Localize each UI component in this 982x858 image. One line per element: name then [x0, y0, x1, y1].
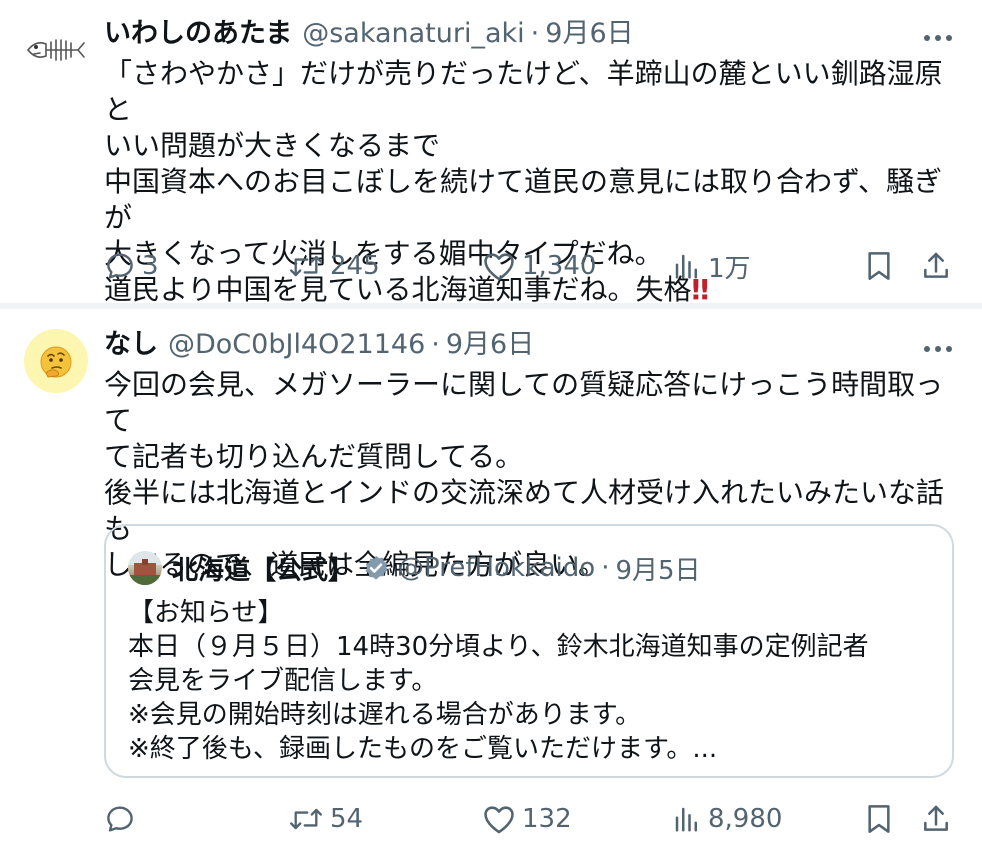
text-line: いい問題が大きくなるまで: [104, 129, 441, 162]
separator-dot: ·: [601, 553, 610, 583]
text-line: 本日（９月５日）14時30分頃より、鈴木北海道知事の定例記者: [128, 632, 869, 662]
author-handle[interactable]: @sakanaturi_aki: [302, 16, 524, 52]
like-count: 132: [522, 804, 572, 834]
quoted-author-name: 北海道【公式】: [172, 555, 355, 586]
separator-dot: ·: [431, 329, 440, 360]
building-photo-icon: [128, 551, 162, 585]
avatar[interactable]: [24, 329, 88, 393]
repost-count: 245: [330, 251, 380, 281]
tweet-header: なし @DoC0bJl4O21146 · 9月6日: [104, 327, 902, 363]
verified-badge-icon: [362, 554, 390, 582]
share-button[interactable]: [920, 799, 952, 839]
reply-count: 3: [142, 251, 159, 281]
quoted-author-handle: @PrefHokkaido: [398, 553, 596, 583]
more-icon: [924, 346, 952, 352]
heart-icon: [484, 806, 514, 834]
text-line: 今回の会見、メガソーラーに関しての質疑応答にけっこう時間取って: [104, 368, 944, 437]
share-button[interactable]: [920, 246, 952, 286]
quoted-timestamp: 9月5日: [615, 555, 701, 586]
like-button[interactable]: 1,340: [482, 246, 596, 286]
text-line: 中国資本へのお目こぼしを続けて道民の意見には取り合わず、騒ぎが: [104, 165, 943, 234]
bookmark-button[interactable]: [864, 246, 894, 286]
bookmark-icon: [868, 805, 890, 833]
repost-button[interactable]: 54: [288, 799, 363, 839]
like-button[interactable]: 132: [482, 799, 572, 839]
share-icon: [924, 805, 948, 831]
tweet[interactable]: いわしのあたま @sakanaturi_aki · 9月6日 「さわやかさ」だけ…: [0, 0, 982, 306]
views-chart-icon: [675, 254, 697, 279]
text-line: 【お知らせ】: [128, 598, 284, 628]
timestamp[interactable]: 9月6日: [545, 16, 633, 52]
repost-count: 54: [330, 804, 364, 834]
view-count: 8,980: [708, 804, 783, 834]
repost-icon: [290, 255, 322, 277]
bookmark-icon: [868, 252, 890, 280]
repost-button[interactable]: 245: [288, 246, 380, 286]
action-bar: 54 132 8,980: [104, 799, 964, 839]
reply-icon: [107, 806, 133, 832]
tweet-header: いわしのあたま @sakanaturi_aki · 9月6日: [104, 16, 902, 52]
repost-icon: [290, 808, 322, 830]
reply-icon: [107, 253, 133, 279]
more-options-button[interactable]: [920, 331, 956, 367]
thinking-face-icon: [40, 346, 72, 378]
timestamp[interactable]: 9月6日: [446, 327, 534, 363]
text-line: て記者も切り込んだ質問してる。: [104, 440, 524, 473]
quoted-tweet-header: 北海道【公式】 @PrefHokkaido · 9月5日: [128, 548, 701, 588]
tweet[interactable]: なし @DoC0bJl4O21146 · 9月6日 今回の会見、メガソーラーに関…: [0, 309, 982, 858]
text-line: ※会見の開始時刻は遅れる場合があります。: [128, 700, 642, 730]
author-handle[interactable]: @DoC0bJl4O21146: [168, 327, 425, 363]
text-line: 会見をライブ配信します。: [128, 666, 438, 696]
reply-button[interactable]: 3: [104, 246, 159, 286]
like-count: 1,340: [522, 251, 597, 281]
reply-button[interactable]: [104, 799, 142, 839]
avatar[interactable]: [24, 18, 88, 82]
more-options-button[interactable]: [920, 20, 956, 56]
quoted-tweet-text: 【お知らせ】 本日（９月５日）14時30分頃より、鈴木北海道知事の定例記者 会見…: [128, 596, 928, 766]
author-name[interactable]: なし: [104, 327, 158, 363]
share-icon: [924, 252, 948, 278]
view-count: 1万: [708, 253, 751, 284]
heart-icon: [484, 253, 514, 281]
separator-dot: ·: [530, 18, 540, 49]
bookmark-button[interactable]: [864, 799, 894, 839]
quoted-tweet[interactable]: 北海道【公式】 @PrefHokkaido · 9月5日 【お知らせ】 本日（９…: [104, 524, 954, 778]
quoted-avatar: [128, 551, 162, 585]
fish-bone-icon: [26, 39, 85, 61]
more-icon: [924, 35, 952, 41]
views-chart-icon: [675, 807, 697, 832]
views-button[interactable]: 1万: [672, 246, 751, 286]
author-name[interactable]: いわしのあたま: [104, 16, 292, 52]
views-button[interactable]: 8,980: [672, 799, 782, 839]
text-line: ※終了後も、録画したものをご覧いただけます。...: [128, 734, 718, 764]
text-line: 「さわやかさ」だけが売りだったけど、羊蹄山の麓といい釧路湿原と: [104, 57, 943, 126]
action-bar: 3 245 1,340 1万: [104, 246, 964, 286]
